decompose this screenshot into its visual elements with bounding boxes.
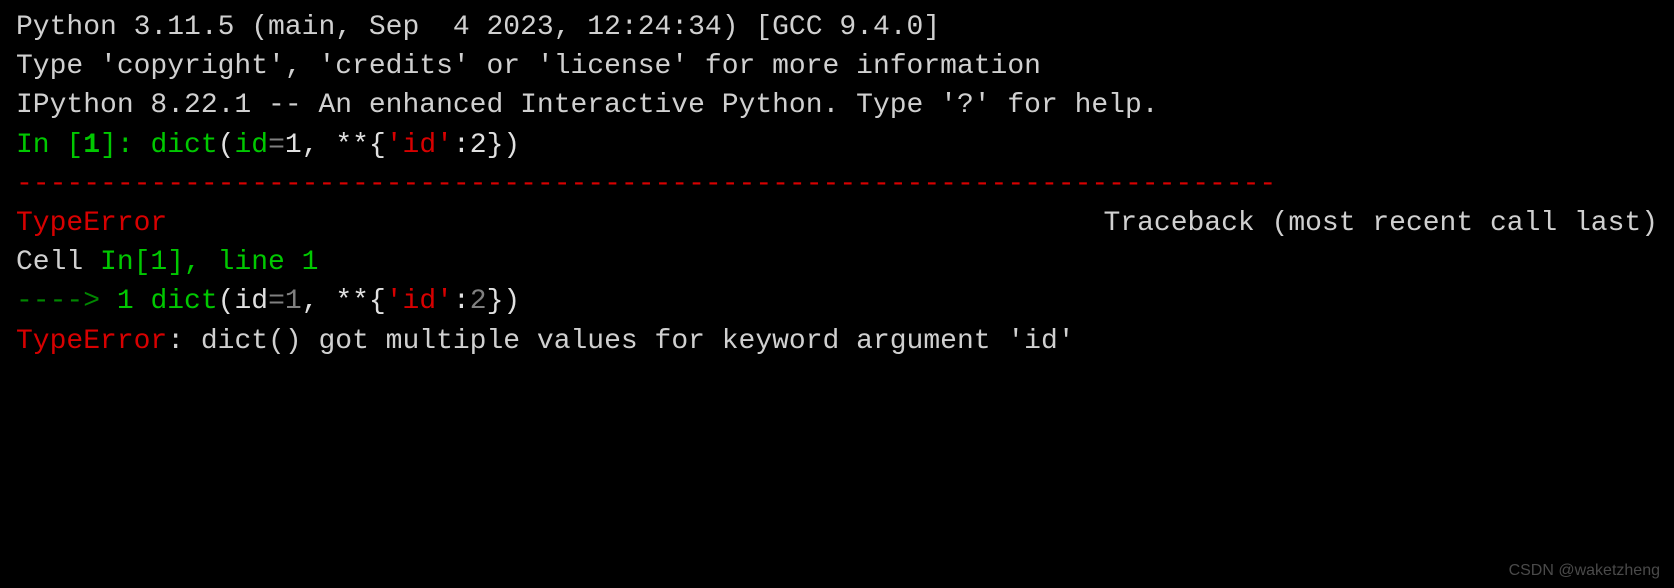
cell-prefix: Cell: [16, 247, 100, 278]
code-paren-close: ): [503, 130, 520, 161]
code-val2: 2: [470, 130, 487, 161]
python-version-line: Python 3.11.5 (main, Sep 4 2023, 12:24:3…: [16, 8, 1658, 47]
traceback-separator: ----------------------------------------…: [16, 165, 1658, 204]
tb-code-val2: 2: [470, 286, 487, 317]
tb-code-kw: id: [234, 286, 268, 317]
tb-code-eq: =: [268, 286, 285, 317]
cell-line: Cell In[1], line 1: [16, 243, 1658, 282]
code-val1: 1: [285, 130, 302, 161]
watermark: CSDN @waketzheng: [1509, 560, 1660, 582]
ipython-line: IPython 8.22.1 -- An enhanced Interactiv…: [16, 86, 1658, 125]
lineno: 1: [117, 286, 134, 317]
error-message-line: TypeError: dict() got multiple values fo…: [16, 322, 1658, 361]
code-unpack: **: [335, 130, 369, 161]
tb-code-func: dict: [150, 286, 217, 317]
copyright-line: Type 'copyright', 'credits' or 'license'…: [16, 47, 1658, 86]
code-paren-open: (: [218, 130, 235, 161]
input-prompt-line[interactable]: In [1]: dict(id=1, **{'id':2}): [16, 126, 1658, 165]
cell-suffix: , line 1: [184, 247, 318, 278]
tb-code-val1: 1: [285, 286, 302, 317]
tb-code-unpack: **: [335, 286, 369, 317]
space: [134, 286, 151, 317]
cell-ref: In[1]: [100, 247, 184, 278]
traceback-label: Traceback (most recent call last): [1104, 204, 1659, 243]
tb-code-comma: ,: [302, 286, 336, 317]
code-func: dict: [150, 130, 217, 161]
prompt-in-num: 1: [83, 130, 100, 161]
tb-code-paren-close: ): [503, 286, 520, 317]
tb-code-brace-close: }: [487, 286, 504, 317]
arrow: ---->: [16, 286, 117, 317]
tb-code-str-key: 'id': [386, 286, 453, 317]
error-name: TypeError: [16, 326, 167, 357]
prompt-in-label: In [: [16, 130, 83, 161]
code-colon: :: [453, 130, 470, 161]
tb-code-paren-open: (: [218, 286, 235, 317]
code-eq: =: [268, 130, 285, 161]
tb-code-brace-open: {: [369, 286, 386, 317]
error-message: : dict() got multiple values for keyword…: [167, 326, 1074, 357]
prompt-in-close: ]:: [100, 130, 150, 161]
code-comma: ,: [302, 130, 336, 161]
code-str-key: 'id': [386, 130, 453, 161]
traceback-code-line: ----> 1 dict(id=1, **{'id':2}): [16, 282, 1658, 321]
tb-code-colon: :: [453, 286, 470, 317]
code-brace-open: {: [369, 130, 386, 161]
error-type-name: TypeError: [16, 204, 167, 243]
traceback-header-line: TypeError Traceback (most recent call las…: [16, 204, 1658, 243]
code-brace-close: }: [487, 130, 504, 161]
code-kw: id: [234, 130, 268, 161]
